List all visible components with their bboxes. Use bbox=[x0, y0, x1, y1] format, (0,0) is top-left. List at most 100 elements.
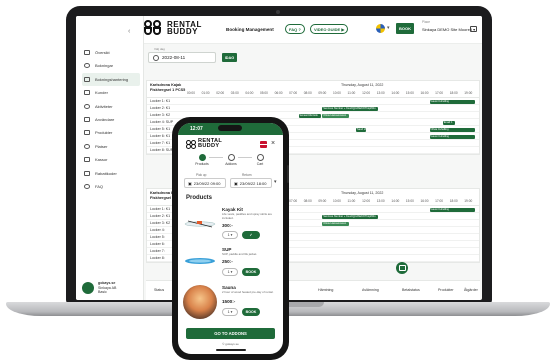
locker-label: Locker 7: bbox=[150, 249, 165, 253]
hour-label: 07:00 bbox=[289, 199, 298, 203]
box-icon bbox=[84, 157, 90, 163]
locker-label: Locker 3: K2 bbox=[150, 113, 171, 117]
col-status[interactable]: Status bbox=[154, 288, 164, 292]
booking-bar[interactable]: Email 1 bbox=[442, 120, 455, 125]
chevron-down-icon[interactable]: ▾ bbox=[274, 179, 277, 185]
hour-label: 19:00 bbox=[464, 199, 473, 203]
locker-label: Locker 1: K1 bbox=[150, 207, 171, 211]
product-price: 300:- bbox=[222, 223, 233, 228]
added-check-button[interactable]: ✓ bbox=[242, 231, 260, 239]
video-guide-button[interactable]: VIDEO GUIDE ▶ bbox=[310, 24, 349, 34]
sidebar-item-calendar[interactable]: Bokningshantering bbox=[82, 72, 140, 86]
top-bar: RENTAL BUDDY Booking Management FAQ ? VI… bbox=[144, 16, 482, 44]
locker-label: Locker 8: SUP bbox=[150, 148, 174, 152]
booking-bar[interactable]: lamasr/Afertsok bbox=[298, 113, 321, 118]
locker-label: Locker 5: K1 bbox=[150, 127, 171, 131]
sidebar-item-label: FAQ bbox=[95, 183, 104, 189]
close-icon[interactable]: × bbox=[271, 140, 275, 147]
product-desc: Life vests, paddles and spray skirts are… bbox=[222, 212, 272, 220]
hour-label: 08:00 bbox=[303, 199, 312, 203]
phone-screen: 12:07 RENTAL BUDDY × Products Addons Car… bbox=[178, 123, 283, 354]
hour-label: 11:00 bbox=[347, 91, 356, 95]
sidebar-item-label: Platser bbox=[95, 143, 108, 149]
logo-icon bbox=[144, 20, 164, 36]
product-desc: SUP, paddle and life jacket. bbox=[222, 252, 258, 256]
section-title: Booking Management bbox=[226, 27, 274, 32]
sidebar-item-ticket[interactable]: Rabattkoder bbox=[82, 167, 140, 180]
brand-logo: RENTAL BUDDY bbox=[186, 138, 222, 150]
sidebar-item-users[interactable]: Användare bbox=[82, 113, 140, 126]
place-select[interactable]: Sinkaya DEMO Site Moored ▾ bbox=[422, 27, 475, 32]
faq-button[interactable]: FAQ ? bbox=[285, 24, 305, 34]
col-payment[interactable]: Betalstatus bbox=[402, 288, 420, 292]
booking-bar[interactable]: Olivia Cuhelling bbox=[429, 127, 476, 132]
step-products[interactable]: Products bbox=[188, 154, 216, 166]
chevron-left-icon[interactable] bbox=[153, 54, 159, 61]
booking-bar[interactable]: Olivia Hanssonsson bbox=[322, 221, 349, 226]
sidebar-item-person[interactable]: Kunder bbox=[82, 86, 140, 99]
booking-bar[interactable]: Gaust Cuhelling bbox=[429, 207, 476, 212]
sidebar-item-label: Bokningshantering bbox=[95, 76, 129, 82]
book-product-button[interactable]: BOOK bbox=[242, 268, 260, 276]
grid-icon bbox=[84, 50, 90, 55]
sidebar-item-label: Bokningar bbox=[95, 63, 114, 69]
return-input[interactable]: ▣ 23/09/22 18:00 bbox=[230, 178, 272, 188]
quantity-select[interactable]: 1 ▾ bbox=[222, 308, 238, 316]
booking-bar[interactable]: Gaust Cuhelling bbox=[429, 99, 476, 104]
sidebar-item-question[interactable]: FAQ bbox=[82, 180, 140, 193]
hour-label: 13:00 bbox=[376, 91, 385, 95]
logout-icon[interactable] bbox=[470, 26, 477, 32]
hour-label: 12:00 bbox=[362, 199, 371, 203]
booking-bar[interactable]: Services Number + Ksu2QjCdhEKNThtq29bn bbox=[322, 106, 379, 111]
quantity-select[interactable]: 1 ▾ bbox=[222, 231, 238, 239]
hour-label: 13:00 bbox=[376, 199, 385, 203]
status-bar: 12:07 bbox=[178, 123, 283, 135]
booking-bar[interactable]: Sand Hy bbox=[356, 127, 367, 132]
sidebar-item-list[interactable]: Aktiviteter bbox=[82, 100, 140, 113]
logo-line2: BUDDY bbox=[167, 27, 198, 36]
brand-logo[interactable]: RENTAL BUDDY bbox=[144, 20, 202, 36]
grid-row[interactable]: Locker 2: K1 Services Number + Ksu2QjCdhE… bbox=[147, 105, 479, 112]
locker-label: Locker 2: K1 bbox=[150, 106, 171, 110]
sup-board-image bbox=[185, 258, 215, 264]
booking-bar[interactable]: Olivia Hanssonsson bbox=[322, 113, 349, 118]
hour-label: 17:00 bbox=[435, 91, 444, 95]
booking-bar[interactable]: Gaust Cuhelling bbox=[429, 134, 476, 139]
language-flag-icon[interactable] bbox=[376, 24, 385, 33]
hour-label: 14:00 bbox=[391, 91, 400, 95]
collapse-sidebar-icon[interactable]: ‹ bbox=[128, 28, 130, 35]
ticket-icon bbox=[84, 170, 90, 176]
chat-icon[interactable] bbox=[396, 262, 408, 274]
date-input[interactable]: 2022-08-11 bbox=[148, 52, 216, 63]
hour-label: 16:00 bbox=[420, 199, 429, 203]
col-return[interactable]: Avlämning bbox=[362, 288, 379, 292]
chevron-down-icon[interactable]: ▾ bbox=[387, 25, 390, 31]
calendar-icon: ▣ bbox=[188, 180, 192, 186]
quantity-select[interactable]: 1 ▾ bbox=[222, 268, 238, 276]
sidebar-item-tag[interactable]: Produkter bbox=[82, 126, 140, 139]
book-product-button[interactable]: BOOK bbox=[242, 308, 260, 316]
book-button[interactable]: BOOK bbox=[396, 23, 414, 34]
language-flag-icon[interactable] bbox=[260, 141, 267, 148]
sidebar-item-label: Produkter bbox=[95, 130, 113, 136]
today-button[interactable]: IDAG bbox=[222, 53, 237, 62]
col-pickup[interactable]: Hämtning bbox=[318, 288, 333, 292]
grid-row[interactable]: Locker 1: K1 Gaust Cuhelling bbox=[147, 98, 479, 105]
booking-bar[interactable]: Services Number + Ksu2QjCdhEKNThtq29bn bbox=[322, 214, 379, 219]
user-card[interactable]: gokays.se Sinkaya AB Basic bbox=[82, 278, 140, 298]
sidebar-item-pin[interactable]: Platser bbox=[82, 140, 140, 153]
cart-icon bbox=[84, 63, 90, 69]
col-products[interactable]: Produkter bbox=[438, 288, 454, 292]
company-logo bbox=[82, 282, 94, 294]
sidebar: ‹ Översikt Bokningar Bokningshantering Kund… bbox=[76, 16, 144, 300]
sidebar-item-cart[interactable]: Bokningar bbox=[82, 59, 140, 72]
sidebar-item-grid[interactable]: Översikt bbox=[82, 46, 140, 59]
sidebar-item-box[interactable]: Kassor bbox=[82, 153, 140, 166]
pickup-input[interactable]: ▣ 23/09/22 09:00 bbox=[184, 178, 226, 188]
col-actions[interactable]: Åtgärder bbox=[464, 288, 478, 292]
question-icon: ? bbox=[298, 26, 301, 32]
hour-label: 14:00 bbox=[391, 199, 400, 203]
step-addons[interactable]: Addons bbox=[217, 154, 245, 166]
step-cart[interactable]: Cart bbox=[246, 154, 274, 166]
go-to-addons-button[interactable]: GO TO ADDONS bbox=[186, 328, 275, 339]
